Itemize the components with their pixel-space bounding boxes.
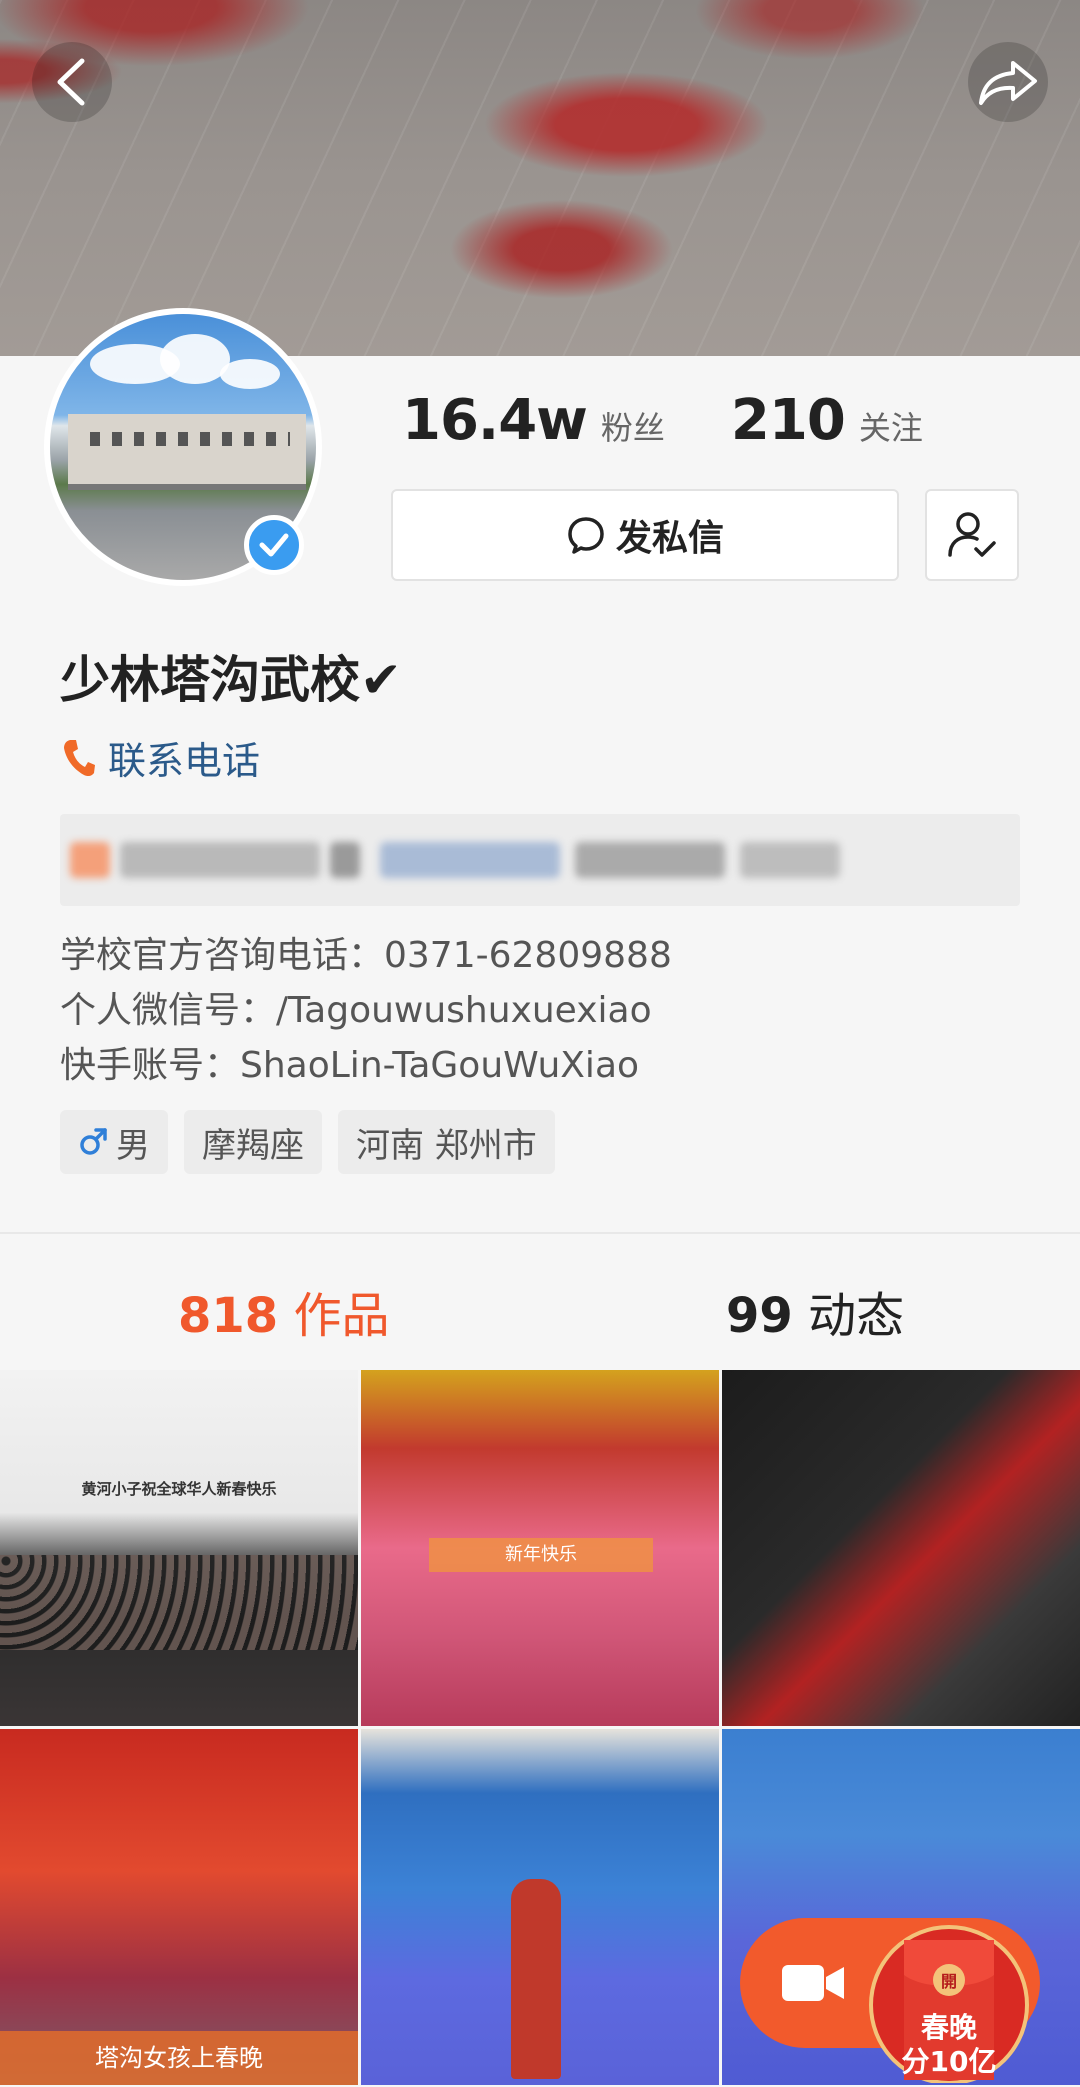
bio-line: 学校官方咨询电话：0371-62809888 (60, 935, 672, 976)
red-packet-open: 開 (940, 1972, 957, 1991)
following-count[interactable]: 210 (731, 388, 846, 453)
location-tag: 河南 郑州市 (338, 1110, 555, 1174)
send-message-label: 发私信 (615, 518, 724, 559)
gender-tag: 男 (60, 1110, 168, 1174)
moments-label: 动态 (808, 1288, 905, 1344)
followers-label[interactable]: 粉丝 (601, 403, 665, 449)
follow-status-button[interactable] (925, 489, 1019, 581)
followers-count[interactable]: 16.4w (402, 388, 588, 453)
blurred-info (60, 814, 1020, 906)
profile-tabs: 818 作品 99 动态 (0, 1234, 1080, 1370)
thumbnail-caption: 黄河小子祝全球华人新春快乐 (81, 1480, 277, 1498)
send-message-button[interactable]: 发私信 (391, 489, 899, 581)
red-packet-line2: 分10亿 (901, 2045, 997, 2078)
red-packet-button[interactable]: 開 春晚 分10亿 (864, 1910, 1034, 2085)
thumbnail-caption: 塔沟女孩上春晚 (0, 2031, 358, 2085)
share-arrow-icon (979, 61, 1037, 105)
username: 少林塔沟武校✔ (60, 651, 402, 709)
share-button[interactable] (968, 42, 1048, 122)
chat-bubble-icon (568, 517, 604, 554)
moments-count: 99 (726, 1288, 793, 1344)
back-button[interactable] (32, 42, 112, 122)
works-label: 作品 (293, 1288, 390, 1344)
tab-moments[interactable]: 99 动态 (726, 1276, 904, 1346)
contact-label: 联系电话 (108, 739, 261, 783)
profile-tags: 男 摩羯座 河南 郑州市 (60, 1110, 555, 1174)
constellation-tag: 摩羯座 (184, 1110, 322, 1174)
video-thumbnail[interactable]: 黄河小子祝全球华人新春快乐 (0, 1370, 358, 1726)
tab-works[interactable]: 818 作品 (178, 1276, 389, 1346)
gender-label: 男 (116, 1125, 150, 1166)
video-camera-icon (782, 1965, 844, 2001)
contact-phone-link[interactable]: 联系电话 (62, 730, 260, 785)
verified-badge-icon (244, 515, 304, 575)
profile-bio: 学校官方咨询电话：0371-62809888 个人微信号：/Tagouwushu… (60, 928, 672, 1093)
male-icon (80, 1128, 107, 1155)
video-thumbnail[interactable]: 塔沟女孩上春晚 (0, 1729, 358, 2085)
video-thumbnail[interactable]: 新年快乐 (361, 1370, 719, 1726)
profile-banner (0, 0, 1080, 356)
profile-stats: 16.4w 粉丝 210 关注 (402, 388, 923, 453)
works-count: 818 (178, 1288, 279, 1344)
constellation-label: 摩羯座 (202, 1125, 304, 1166)
following-label[interactable]: 关注 (859, 403, 923, 449)
bio-line: 快手账号：ShaoLin-TaGouWuXiao (60, 1045, 640, 1086)
phone-icon (64, 739, 95, 776)
video-thumbnail[interactable] (722, 1370, 1080, 1726)
bio-line: 个人微信号：/Tagouwushuxuexiao (60, 990, 652, 1031)
user-check-icon (948, 512, 996, 557)
video-thumbnail[interactable] (361, 1729, 719, 2085)
thumbnail-caption: 新年快乐 (429, 1538, 653, 1572)
chevron-left-icon (57, 58, 85, 106)
location-label: 河南 郑州市 (356, 1125, 537, 1166)
